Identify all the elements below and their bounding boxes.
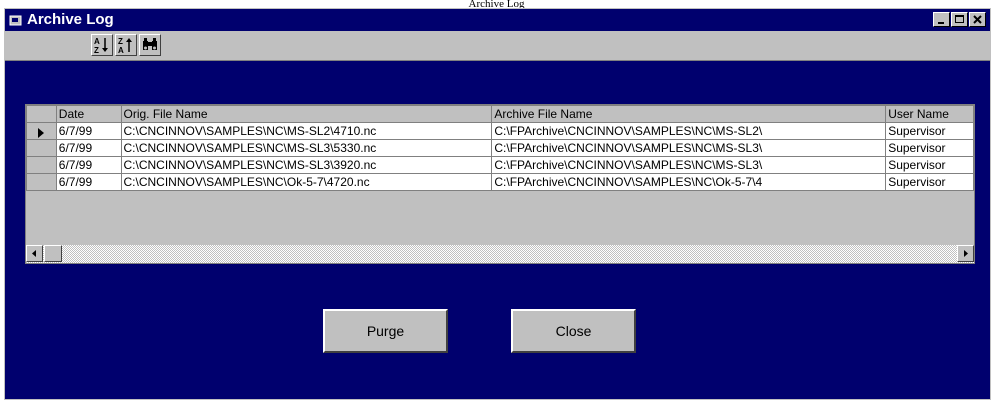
scroll-left-button[interactable] xyxy=(26,245,43,262)
row-selector[interactable] xyxy=(26,173,57,191)
scroll-right-button[interactable] xyxy=(957,245,974,262)
page-caption: Archive Log xyxy=(468,0,525,8)
cell-user-name[interactable]: Supervisor xyxy=(885,139,974,157)
svg-text:A: A xyxy=(94,37,100,46)
scroll-thumb[interactable] xyxy=(44,245,62,262)
window-title: Archive Log xyxy=(27,11,114,28)
header-selector-cell xyxy=(26,105,57,123)
cell-date[interactable]: 6/7/99 xyxy=(55,173,122,191)
cell-orig-file-name[interactable]: C:\CNCINNOV\SAMPLES\NC\MS-SL3\5330.nc xyxy=(120,139,493,157)
column-header-date[interactable]: Date xyxy=(55,105,122,123)
cell-user-name[interactable]: Supervisor xyxy=(885,173,974,191)
cell-archive-file-name[interactable]: C:\FPArchive\CNCINNOV\SAMPLES\NC\MS-SL3\ xyxy=(491,156,887,174)
find-button[interactable] xyxy=(139,34,161,56)
row-selector[interactable] xyxy=(26,139,57,157)
archive-table: Date Orig. File Name Archive File Name U… xyxy=(26,105,974,191)
cell-archive-file-name[interactable]: C:\FPArchive\CNCINNOV\SAMPLES\NC\Ok-5-7\… xyxy=(491,173,887,191)
cell-user-name[interactable]: Supervisor xyxy=(885,122,974,140)
svg-text:A: A xyxy=(118,46,124,54)
arrow-right-icon xyxy=(964,250,968,257)
table-row[interactable]: 6/7/99 C:\CNCINNOV\SAMPLES\NC\MS-SL2\471… xyxy=(26,122,974,140)
svg-text:Z: Z xyxy=(94,46,99,54)
cell-archive-file-name[interactable]: C:\FPArchive\CNCINNOV\SAMPLES\NC\MS-SL2\ xyxy=(491,122,887,140)
cell-date[interactable]: 6/7/99 xyxy=(55,156,122,174)
table-row[interactable]: 6/7/99 C:\CNCINNOV\SAMPLES\NC\Ok-5-7\472… xyxy=(26,173,974,191)
sort-ascending-button[interactable]: A Z xyxy=(91,34,113,56)
column-header-orig-file-name[interactable]: Orig. File Name xyxy=(120,105,493,123)
maximize-button[interactable] xyxy=(951,12,968,27)
close-button[interactable]: Close xyxy=(511,309,636,353)
current-row-arrow-icon xyxy=(38,127,45,138)
find-binoculars-icon xyxy=(143,38,157,50)
app-icon xyxy=(9,13,23,26)
horizontal-scrollbar[interactable] xyxy=(26,244,974,263)
minimize-button[interactable] xyxy=(933,12,950,27)
row-selector[interactable] xyxy=(26,156,57,174)
column-header-user-name[interactable]: User Name xyxy=(885,105,974,123)
toolbar: A Z Z A xyxy=(5,31,990,61)
header-row: Date Orig. File Name Archive File Name U… xyxy=(26,105,974,123)
row-selector[interactable] xyxy=(26,122,57,140)
close-icon xyxy=(973,15,982,24)
purge-button[interactable]: Purge xyxy=(323,309,448,353)
minimize-icon xyxy=(938,22,944,24)
archive-grid[interactable]: Date Orig. File Name Archive File Name U… xyxy=(25,104,975,264)
cell-date[interactable]: 6/7/99 xyxy=(55,139,122,157)
column-header-archive-file-name[interactable]: Archive File Name xyxy=(491,105,887,123)
close-window-button[interactable] xyxy=(969,12,986,27)
cell-archive-file-name[interactable]: C:\FPArchive\CNCINNOV\SAMPLES\NC\MS-SL3\ xyxy=(491,139,887,157)
sort-descending-button[interactable]: Z A xyxy=(115,34,137,56)
sort-descending-icon: Z A xyxy=(118,37,132,54)
cell-orig-file-name[interactable]: C:\CNCINNOV\SAMPLES\NC\MS-SL3\3920.nc xyxy=(120,156,493,174)
maximize-icon xyxy=(955,15,964,23)
sort-ascending-icon: A Z xyxy=(94,37,108,54)
cell-user-name[interactable]: Supervisor xyxy=(885,156,974,174)
cell-date[interactable]: 6/7/99 xyxy=(55,122,122,140)
table-row[interactable]: 6/7/99 C:\CNCINNOV\SAMPLES\NC\MS-SL3\533… xyxy=(26,139,974,157)
title-bar[interactable]: Archive Log xyxy=(5,9,990,31)
cell-orig-file-name[interactable]: C:\CNCINNOV\SAMPLES\NC\Ok-5-7\4720.nc xyxy=(120,173,493,191)
arrow-left-icon xyxy=(32,250,36,257)
table-row[interactable]: 6/7/99 C:\CNCINNOV\SAMPLES\NC\MS-SL3\392… xyxy=(26,156,974,174)
cell-orig-file-name[interactable]: C:\CNCINNOV\SAMPLES\NC\MS-SL2\4710.nc xyxy=(120,122,493,140)
archive-log-window: Archive Log A Z Z A Date Orig. File Name… xyxy=(4,8,991,400)
svg-text:Z: Z xyxy=(118,37,123,46)
